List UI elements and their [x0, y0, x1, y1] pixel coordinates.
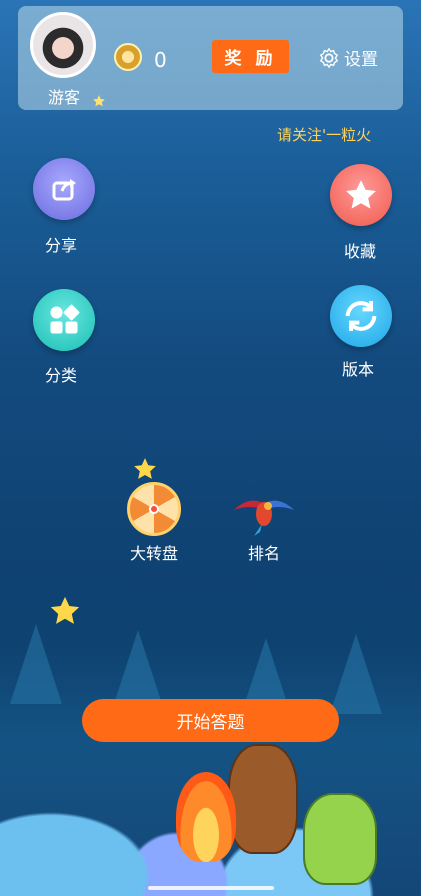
tree-silhouette — [10, 624, 62, 704]
star-decor-icon — [93, 95, 105, 107]
settings-button[interactable]: 设置 — [318, 45, 378, 70]
start-quiz-button[interactable]: 开始答题 — [82, 699, 339, 742]
star-icon — [346, 180, 376, 209]
parrot-icon[interactable] — [228, 484, 300, 536]
refresh-icon — [345, 301, 377, 331]
campfire-icon — [176, 772, 236, 862]
star-decor-icon — [50, 596, 80, 624]
favorite-button[interactable] — [330, 164, 392, 226]
coin-value: 0 — [154, 48, 167, 72]
reward-button[interactable]: 奖 励 — [212, 40, 289, 73]
coin-icon — [114, 43, 142, 71]
wheel-center — [149, 504, 159, 514]
share-button[interactable] — [33, 158, 95, 220]
gear-icon — [319, 47, 339, 68]
share-icon — [52, 179, 76, 201]
favorite-label: 收藏 — [344, 242, 377, 261]
share-label: 分享 — [45, 236, 78, 255]
settings-label: 设置 — [344, 50, 378, 70]
star-decor-icon — [134, 458, 156, 479]
version-button[interactable] — [330, 285, 392, 347]
tree-silhouette — [330, 634, 382, 714]
rank-label: 排名 — [248, 544, 281, 563]
tree-silhouette — [112, 630, 164, 710]
notice-marquee: 请关注'一粒火 — [277, 126, 372, 144]
category-button[interactable] — [33, 289, 95, 351]
home-indicator — [148, 886, 274, 890]
wheel-label: 大转盘 — [130, 544, 179, 563]
frog-character — [303, 793, 377, 885]
category-label: 分类 — [45, 366, 78, 385]
category-icon — [50, 304, 80, 334]
avatar[interactable] — [30, 12, 96, 78]
user-name: 游客 — [48, 88, 81, 107]
version-label: 版本 — [342, 360, 375, 379]
bear-character — [228, 744, 298, 854]
